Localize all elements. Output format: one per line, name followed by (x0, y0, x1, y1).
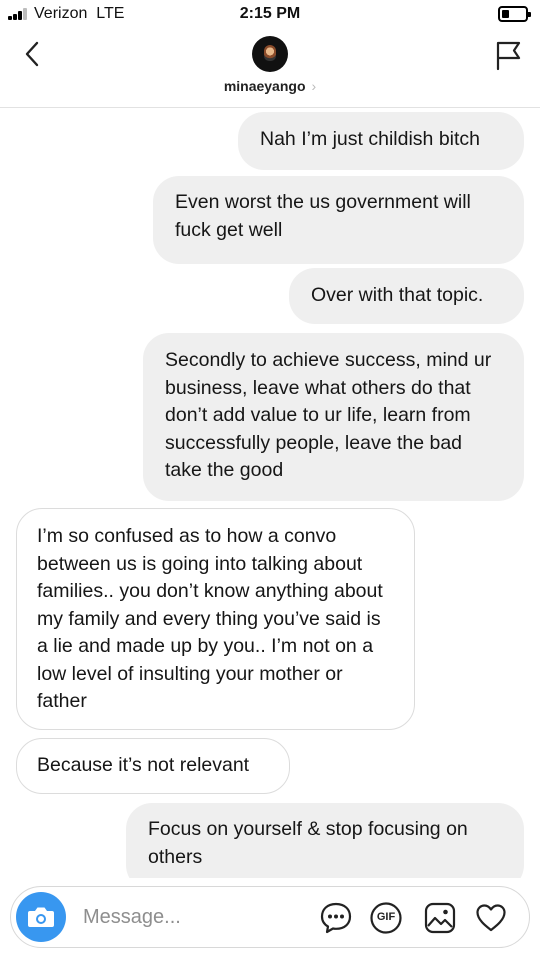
message-text: Nah I’m just childish bitch (260, 128, 481, 150)
battery-icon (498, 6, 531, 22)
username-link[interactable]: minaeyango › (0, 78, 540, 94)
gallery-icon (424, 902, 456, 934)
username: minaeyango (223, 78, 306, 94)
message-bubble-outgoing[interactable]: Over with that topic. (289, 268, 524, 324)
chevron-left-icon (25, 41, 39, 67)
report-button[interactable] (492, 38, 524, 72)
camera-icon (28, 907, 54, 927)
message-bubble-outgoing[interactable]: Secondly to achieve success, mind ur bus… (143, 333, 524, 501)
back-button[interactable] (16, 36, 52, 72)
message-text: Because it’s not relevant (37, 754, 250, 776)
message-bubble-outgoing[interactable]: Focus on yourself & stop focusing on oth… (126, 803, 524, 878)
message-text: I’m so confused as to how a convo betwee… (37, 525, 383, 712)
avatar-image (264, 45, 276, 61)
message-text: Focus on yourself & stop focusing on oth… (148, 818, 468, 868)
status-bar: Verizon LTE 2:15 PM (0, 0, 540, 28)
message-text: Secondly to achieve success, mind ur bus… (165, 349, 492, 481)
sticker-icon (320, 902, 352, 934)
heart-icon (476, 904, 506, 932)
gif-label: GIF (376, 911, 396, 923)
message-text: Over with that topic. (311, 284, 484, 306)
clock: 2:15 PM (239, 5, 301, 22)
chevron-right-icon: › (311, 78, 317, 94)
sticker-button[interactable] (319, 901, 353, 935)
message-text: Even worst the us government will fuck g… (175, 191, 471, 241)
flag-icon (496, 41, 521, 71)
message-input[interactable] (83, 901, 303, 933)
message-bubble-outgoing[interactable]: Nah I’m just childish bitch (238, 112, 524, 170)
message-bubble-incoming[interactable]: I’m so confused as to how a convo betwee… (16, 508, 415, 730)
gif-button[interactable]: GIF (369, 901, 403, 935)
camera-button[interactable] (16, 892, 66, 942)
message-bubble-outgoing[interactable]: Even worst the us government will fuck g… (153, 176, 524, 264)
message-thread[interactable]: Nah I’m just childish bitch Even worst t… (0, 108, 540, 878)
gallery-button[interactable] (423, 901, 457, 935)
like-button[interactable] (474, 901, 508, 935)
conversation-header: minaeyango › (0, 28, 540, 108)
avatar[interactable] (252, 36, 288, 72)
message-composer: GIF (10, 886, 530, 948)
message-bubble-incoming[interactable]: Because it’s not relevant (16, 738, 290, 794)
